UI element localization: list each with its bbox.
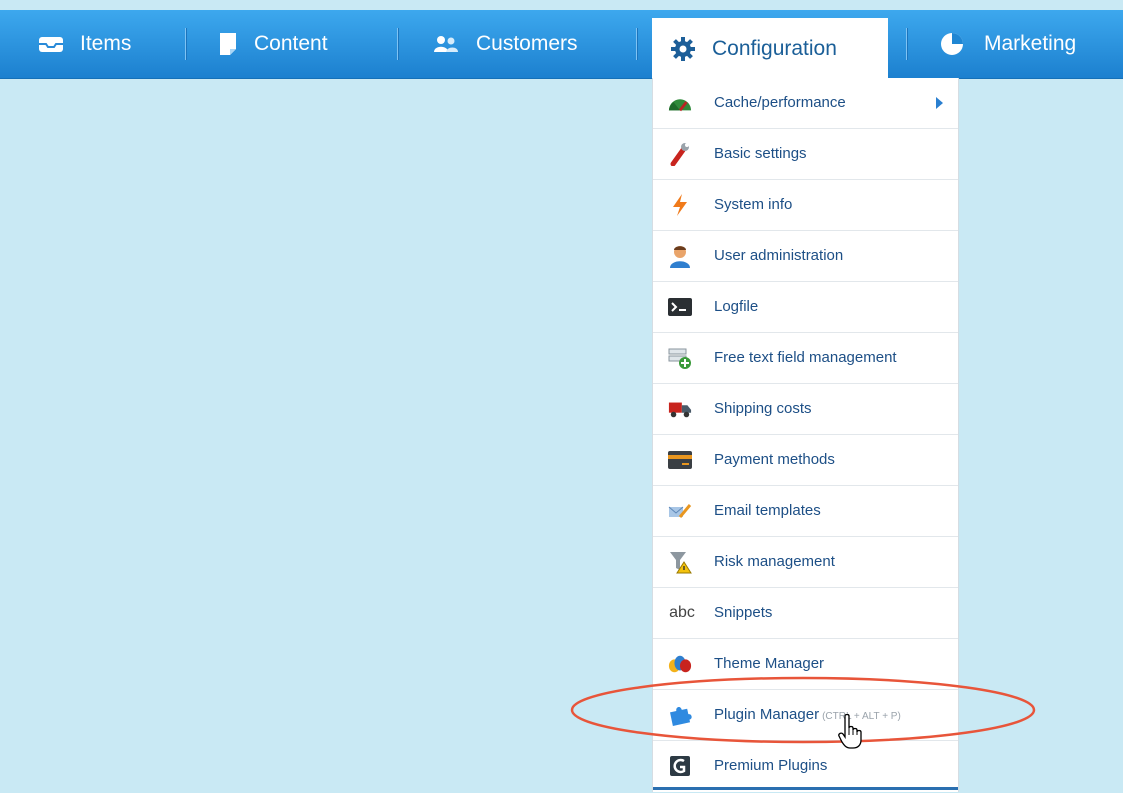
menu-item-label: Snippets	[714, 604, 773, 621]
field-add-icon	[668, 346, 692, 370]
menu-item-label: Logfile	[714, 298, 759, 315]
speedometer-icon	[668, 91, 692, 115]
paint-drops-icon	[668, 652, 692, 676]
nav-item-label: Customers	[476, 32, 578, 55]
pie-chart-icon	[940, 32, 964, 56]
menu-item-snippets[interactable]: abc Snippets	[653, 588, 958, 639]
nav-separator	[397, 28, 399, 60]
menu-item-payment-methods[interactable]: Payment methods	[653, 435, 958, 486]
menu-item-shipping-costs[interactable]: Shipping costs	[653, 384, 958, 435]
menu-item-label: Email templates	[714, 502, 821, 519]
nav-item-label: Items	[80, 32, 132, 55]
nav-separator	[906, 28, 908, 60]
menu-bottom-border	[653, 787, 958, 790]
nav-item-marketing[interactable]: Marketing	[940, 10, 1076, 78]
users-icon	[432, 34, 460, 54]
nav-item-label: Configuration	[712, 36, 837, 60]
menu-item-cache-performance[interactable]: Cache/performance	[653, 78, 958, 129]
menu-item-label: System info	[714, 196, 793, 213]
menu-item-label: User administration	[714, 247, 844, 264]
wrench-icon	[668, 142, 692, 166]
menu-item-logfile[interactable]: Logfile	[653, 282, 958, 333]
menu-item-label: Free text field management	[714, 349, 897, 366]
menu-item-label: Basic settings	[714, 145, 807, 162]
menu-item-risk-management[interactable]: Risk management	[653, 537, 958, 588]
filter-warning-icon	[668, 550, 692, 574]
highlight-ring-annotation	[570, 676, 1036, 744]
terminal-icon	[668, 295, 692, 319]
nav-item-customers[interactable]: Customers	[432, 10, 578, 78]
menu-item-user-administration[interactable]: User administration	[653, 231, 958, 282]
nav-item-content[interactable]: Content	[218, 10, 328, 78]
truck-icon	[668, 397, 692, 421]
nav-item-configuration[interactable]: Configuration	[652, 18, 888, 79]
lightning-icon	[668, 193, 692, 217]
gear-icon	[670, 36, 696, 62]
menu-item-basic-settings[interactable]: Basic settings	[653, 129, 958, 180]
menu-item-label: Risk management	[714, 553, 835, 570]
submenu-arrow-icon	[936, 97, 943, 109]
nav-item-label: Content	[254, 32, 328, 55]
menu-item-label: Payment methods	[714, 451, 835, 468]
document-icon	[218, 32, 238, 56]
nav-item-label: Marketing	[984, 32, 1077, 55]
abc-icon: abc	[666, 601, 698, 625]
menu-item-label: Cache/performance	[714, 94, 846, 111]
email-edit-icon	[668, 499, 692, 523]
menu-item-label: Shipping costs	[714, 400, 812, 417]
menu-item-label: Theme Manager	[714, 655, 825, 672]
menu-item-free-text-field-management[interactable]: Free text field management	[653, 333, 958, 384]
nav-separator	[185, 28, 187, 60]
menu-item-system-info[interactable]: System info	[653, 180, 958, 231]
abc-icon-text: abc	[669, 604, 695, 621]
menu-item-label: Premium Plugins	[714, 757, 828, 774]
nav-item-items[interactable]: Items	[38, 10, 131, 78]
hand-pointer-cursor-icon	[838, 714, 862, 749]
inbox-icon	[38, 34, 64, 54]
shopware-logo-icon	[668, 754, 692, 778]
credit-card-icon	[668, 448, 692, 472]
nav-separator	[636, 28, 638, 60]
user-icon	[668, 244, 692, 268]
menu-item-premium-plugins[interactable]: Premium Plugins	[653, 741, 958, 791]
menu-item-email-templates[interactable]: Email templates	[653, 486, 958, 537]
